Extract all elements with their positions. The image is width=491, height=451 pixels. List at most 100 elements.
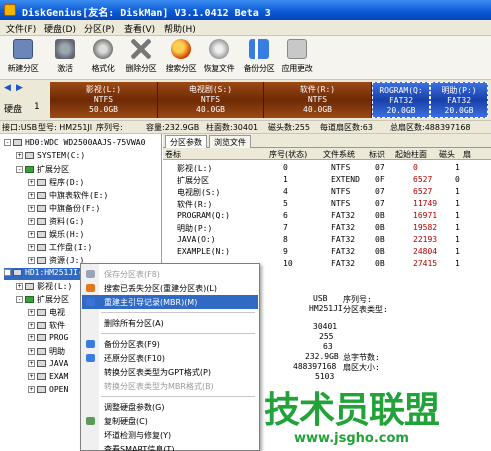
tree-node[interactable]: + 影视(L:) bbox=[16, 281, 72, 293]
context-menu-item[interactable]: 查看SMART信息(T) bbox=[82, 442, 258, 451]
expand-icon[interactable]: + bbox=[28, 309, 35, 316]
context-menu-item[interactable]: 备份分区表(F9) bbox=[82, 337, 258, 351]
tree-node[interactable]: + 中旗表软件(E:) bbox=[28, 190, 108, 202]
tree-node[interactable]: + 资料(G:) bbox=[28, 216, 84, 228]
partition-block[interactable]: 软件(R:) NTFS 40.0GB bbox=[264, 82, 372, 118]
partition-block[interactable]: 影视(L:) NTFS 50.0GB bbox=[50, 82, 158, 118]
cell-idx: 1 bbox=[283, 175, 288, 184]
partition-map: 影视(L:) NTFS 50.0GB 电视剧(S:) NTFS 40.0GB 软… bbox=[50, 82, 491, 118]
partition-icon bbox=[37, 309, 46, 316]
table-row[interactable]: 软件(R:) 5 NTFS 07 11749 1 bbox=[163, 198, 491, 210]
expand-icon[interactable]: + bbox=[28, 257, 35, 264]
partition-block[interactable]: ROGRAM(Q: FAT32 20.0GB bbox=[372, 82, 430, 118]
next-disk-icon[interactable]: ▶ bbox=[16, 83, 26, 93]
context-menu-item[interactable]: 复制硬盘(C) bbox=[82, 414, 258, 428]
backup-icon bbox=[86, 340, 95, 348]
menu-file[interactable]: 文件(F) bbox=[6, 22, 36, 35]
cell-name: 软件(R:) bbox=[177, 200, 213, 209]
tree-node[interactable]: + 软件 bbox=[28, 320, 65, 332]
cell-idx: 10 bbox=[283, 259, 293, 268]
expand-icon[interactable]: + bbox=[28, 205, 35, 212]
format-icon bbox=[93, 39, 113, 59]
context-menu-item[interactable]: 转换分区表类型为GPT格式(P) bbox=[82, 365, 258, 379]
menu-partition[interactable]: 分区(P) bbox=[84, 22, 114, 35]
tree-node[interactable]: + PROG bbox=[28, 333, 68, 345]
expand-icon[interactable]: + bbox=[28, 179, 35, 186]
tab-browse-files[interactable]: 浏览文件 bbox=[209, 135, 251, 148]
tree-node[interactable]: + JAVA bbox=[28, 359, 68, 371]
expand-icon[interactable]: + bbox=[28, 386, 35, 393]
tree-node[interactable]: + 资源(J:) bbox=[28, 255, 84, 267]
menu-help[interactable]: 帮助(H) bbox=[164, 22, 196, 35]
tree-node[interactable]: + OPEN bbox=[28, 385, 68, 397]
context-menu-item[interactable]: 搜索已丢失分区(重建分区表)(L) bbox=[82, 281, 258, 295]
cell-idx: 7 bbox=[283, 223, 288, 232]
cell-cyl: 0 bbox=[413, 163, 418, 172]
partition-block[interactable]: 明助(P:) FAT32 20.0GB bbox=[430, 82, 488, 118]
context-menu-label: 保存分区表(F8) bbox=[104, 270, 160, 279]
tree-node-label: HD0:WDC WD2500AAJS-75VWA0 bbox=[25, 138, 146, 147]
collapse-icon[interactable]: - bbox=[16, 166, 23, 173]
format-button[interactable]: 格式化 bbox=[84, 39, 122, 77]
table-row[interactable]: PROGRAM(Q:) 6 FAT32 0B 16971 1 bbox=[163, 210, 491, 222]
apply-changes-button[interactable]: 应用更改 bbox=[278, 39, 316, 77]
recover-files-button[interactable]: 恢复文件 bbox=[200, 39, 238, 77]
cell-head: 1 bbox=[455, 235, 460, 244]
new-partition-button[interactable]: 新建分区 bbox=[4, 39, 42, 77]
expand-icon[interactable]: + bbox=[28, 348, 35, 355]
expand-icon[interactable]: + bbox=[28, 192, 35, 199]
table-row[interactable]: JAVA(O:) 8 FAT32 0B 22193 1 bbox=[163, 234, 491, 246]
collapse-icon[interactable]: - bbox=[4, 139, 11, 146]
expand-icon[interactable]: + bbox=[28, 373, 35, 380]
tree-node-label: PROG bbox=[49, 333, 69, 342]
expand-icon[interactable]: + bbox=[28, 360, 35, 367]
tree-node[interactable]: - HD0:WDC WD2500AAJS-75VWA0 bbox=[4, 138, 145, 150]
cell-cyl: 19582 bbox=[413, 223, 438, 232]
tab-partition-params[interactable]: 分区参数 bbox=[165, 135, 207, 149]
expand-icon[interactable]: + bbox=[28, 244, 35, 251]
partition-block[interactable]: 电视剧(S:) NTFS 40.0GB bbox=[158, 82, 264, 118]
prev-disk-icon[interactable]: ◀ bbox=[4, 83, 14, 93]
expand-icon[interactable]: + bbox=[16, 283, 23, 290]
tree-node[interactable]: - 扩展分区 bbox=[16, 164, 69, 176]
tree-node[interactable]: - 扩展分区 bbox=[16, 294, 69, 306]
context-menu-item[interactable]: 还原分区表(F10) bbox=[82, 351, 258, 365]
table-row[interactable]: EXAMPLE(N:) 9 FAT32 0B 24804 1 bbox=[163, 246, 491, 258]
table-row[interactable]: 扩展分区 1 EXTEND 0F 6527 0 bbox=[163, 174, 491, 186]
expand-icon[interactable]: + bbox=[28, 322, 35, 329]
activate-button[interactable]: 激活 bbox=[46, 39, 84, 77]
partition-icon bbox=[37, 373, 46, 380]
collapse-icon[interactable]: - bbox=[4, 269, 11, 276]
context-menu-item[interactable]: 删除所有分区(A) bbox=[82, 316, 258, 330]
tree-node[interactable]: + EXAM bbox=[28, 372, 68, 384]
tree-node[interactable]: + 程序(D:) bbox=[28, 177, 84, 189]
context-menu-item[interactable]: 调整硬盘参数(G) bbox=[82, 400, 258, 414]
tree-node[interactable]: + 娱乐(H:) bbox=[28, 229, 84, 241]
tree-node[interactable]: + 明助 bbox=[28, 346, 65, 358]
table-row[interactable]: 电视剧(S:) 4 NTFS 07 6527 1 bbox=[163, 186, 491, 198]
collapse-icon[interactable]: - bbox=[16, 296, 23, 303]
expand-icon[interactable]: + bbox=[28, 218, 35, 225]
activate-icon bbox=[55, 39, 75, 59]
expand-icon[interactable]: + bbox=[28, 231, 35, 238]
tree-node[interactable]: + 工作盘(I:) bbox=[28, 242, 92, 254]
context-menu-item[interactable]: 重建主引导记录(MBR)(M) bbox=[82, 295, 258, 309]
tree-node[interactable]: + SYSTEM(C:) bbox=[16, 151, 85, 163]
backup-partition-button[interactable]: 备份分区 bbox=[240, 39, 278, 77]
table-row[interactable]: 影视(L:) 0 NTFS 07 0 1 bbox=[163, 162, 491, 174]
partition-icon bbox=[37, 334, 46, 341]
menu-view[interactable]: 查看(V) bbox=[124, 22, 155, 35]
tree-node[interactable]: + 电视 bbox=[28, 307, 65, 319]
expand-icon[interactable]: + bbox=[28, 334, 35, 341]
table-row[interactable]: 明助(P:) 7 FAT32 0B 19582 1 bbox=[163, 222, 491, 234]
cell-id: 0B bbox=[375, 223, 385, 232]
toolbar: 新建分区 激活 格式化 删除分区 搜索分区 恢复文件 备份分区 应用更改 bbox=[0, 36, 491, 80]
menu-disk[interactable]: 硬盘(D) bbox=[44, 22, 76, 35]
delete-partition-button[interactable]: 删除分区 bbox=[122, 39, 160, 77]
tree-node[interactable]: + 中旗备份(F:) bbox=[28, 203, 100, 215]
search-partition-button[interactable]: 搜索分区 bbox=[162, 39, 200, 77]
cell-fs: FAT32 bbox=[331, 211, 356, 220]
context-menu-item[interactable]: 坏道检测与修复(Y) bbox=[82, 428, 258, 442]
cell-id: 0B bbox=[375, 211, 385, 220]
expand-icon[interactable]: + bbox=[16, 152, 23, 159]
